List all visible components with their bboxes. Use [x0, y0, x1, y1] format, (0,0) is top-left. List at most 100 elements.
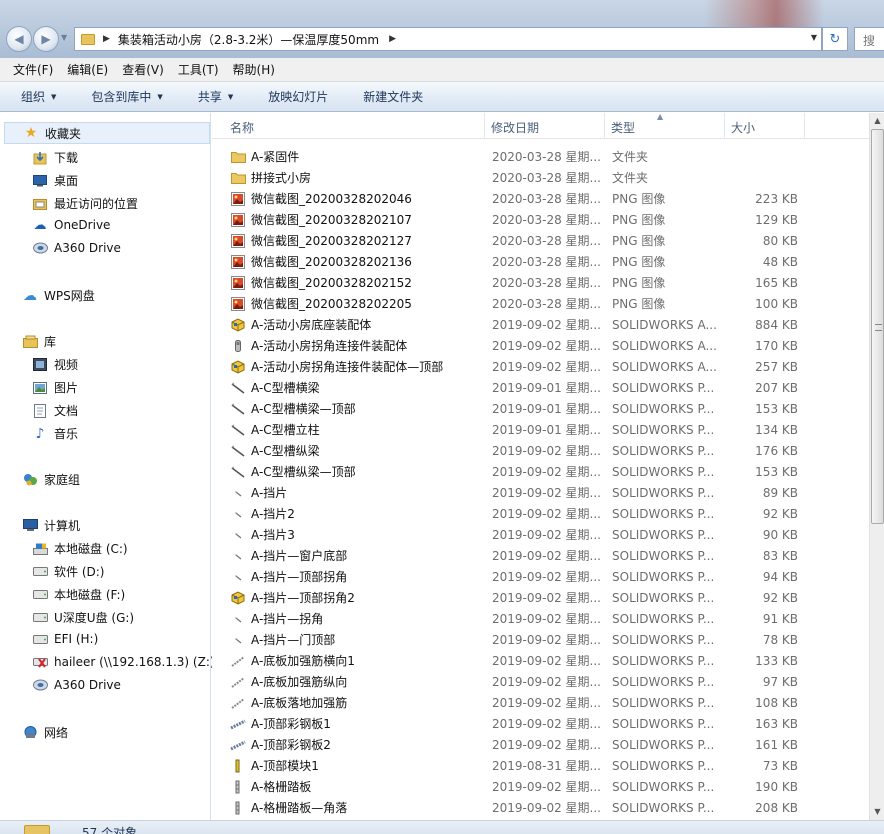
file-row[interactable]: A-底板加强筋横向1 2019-09-02 星期... SOLIDWORKS P..…: [212, 650, 869, 671]
share-button[interactable]: 共享 ▼: [177, 88, 247, 105]
file-row[interactable]: A-挡片 2019-09-02 星期... SOLIDWORKS P... 89 KB: [212, 482, 869, 503]
file-name-cell[interactable]: A-活动小房拐角连接件装配体: [212, 337, 485, 354]
breadcrumb-separator-icon[interactable]: ▶: [103, 34, 110, 44]
file-row[interactable]: A-底板加强筋纵向 2019-09-02 星期... SOLIDWORKS P...…: [212, 671, 869, 692]
file-name-cell[interactable]: A-挡片2: [212, 505, 485, 522]
file-name-cell[interactable]: 微信截图_20200328202136: [212, 253, 485, 270]
file-row[interactable]: 微信截图_20200328202152 2020-03-28 星期... PNG 图…: [212, 272, 869, 293]
file-row[interactable]: A-顶部模块1 2019-08-31 星期... SOLIDWORKS P... 73…: [212, 755, 869, 776]
nav-drive-z[interactable]: haileer (\\192.168.1.3) (Z:): [32, 655, 215, 669]
column-name-header[interactable]: 名称: [212, 113, 485, 139]
file-name-cell[interactable]: 微信截图_20200328202152: [212, 274, 485, 291]
vertical-scrollbar[interactable]: ▲ ▼: [869, 113, 884, 820]
nav-computer[interactable]: 计算机: [22, 517, 80, 534]
file-row[interactable]: 微信截图_20200328202127 2020-03-28 星期... PNG 图…: [212, 230, 869, 251]
nav-homegroup[interactable]: 家庭组: [22, 471, 80, 488]
file-row[interactable]: 微信截图_20200328202136 2020-03-28 星期... PNG 图…: [212, 251, 869, 272]
file-name-cell[interactable]: A-C型槽横梁: [212, 379, 485, 396]
nav-drive-g[interactable]: U深度U盘 (G:): [32, 609, 134, 626]
file-row[interactable]: A-格栅踏板 2019-09-02 星期... SOLIDWORKS P... 190…: [212, 776, 869, 797]
file-row[interactable]: A-C型槽纵梁—顶部 2019-09-02 星期... SOLIDWORKS P..…: [212, 461, 869, 482]
scroll-up-arrow-icon[interactable]: ▲: [870, 113, 884, 129]
file-name-cell[interactable]: A-C型槽横梁—顶部: [212, 400, 485, 417]
file-row[interactable]: 微信截图_20200328202107 2020-03-28 星期... PNG 图…: [212, 209, 869, 230]
nav-music[interactable]: ♪ 音乐: [32, 425, 78, 442]
file-row[interactable]: A-格栅踏板—角落 2019-09-02 星期... SOLIDWORKS P...…: [212, 797, 869, 818]
nav-pictures[interactable]: 图片: [32, 379, 78, 396]
nav-onedrive[interactable]: ☁ OneDrive: [32, 218, 111, 233]
file-name-cell[interactable]: 微信截图_20200328202107: [212, 211, 485, 228]
address-bar[interactable]: ▶ 集装箱活动小房（2.8-3.2米）—保温厚度50mm ▶ ▼: [74, 27, 822, 51]
file-row[interactable]: A-挡片2 2019-09-02 星期... SOLIDWORKS P... 92 K…: [212, 503, 869, 524]
file-row[interactable]: A-活动小房拐角连接件装配体 2019-09-02 星期... SOLIDWORKS…: [212, 335, 869, 356]
file-name-cell[interactable]: A-挡片—顶部拐角: [212, 568, 485, 585]
file-row[interactable]: A-挡片3 2019-09-02 星期... SOLIDWORKS P... 90 K…: [212, 524, 869, 545]
nav-documents[interactable]: 文档: [32, 402, 78, 419]
file-name-cell[interactable]: A-C型槽立柱: [212, 421, 485, 438]
file-name-cell[interactable]: A-底板落地加强筋: [212, 694, 485, 711]
nav-drive-c[interactable]: 本地磁盘 (C:): [32, 540, 128, 557]
file-name-cell[interactable]: 拼接式小房: [212, 169, 485, 186]
file-name-cell[interactable]: A-挡片—窗户底部: [212, 547, 485, 564]
nav-libraries[interactable]: 库: [22, 333, 56, 350]
file-name-cell[interactable]: A-格栅踏板—角落: [212, 799, 485, 816]
file-row[interactable]: A-C型槽横梁 2019-09-01 星期... SOLIDWORKS P... 20…: [212, 377, 869, 398]
file-name-cell[interactable]: A-C型槽纵梁: [212, 442, 485, 459]
column-date-header[interactable]: 修改日期: [485, 113, 605, 139]
file-row[interactable]: A-活动小房拐角连接件装配体—顶部 2019-09-02 星期... SOLIDWO…: [212, 356, 869, 377]
menu-help[interactable]: 帮助(H): [226, 61, 281, 78]
forward-button[interactable]: ▶: [33, 26, 59, 52]
nav-downloads[interactable]: 下载: [32, 149, 78, 166]
column-type-header[interactable]: 类型 ▲: [605, 113, 725, 139]
file-row[interactable]: A-活动小房底座装配体 2019-09-02 星期... SOLIDWORKS A.…: [212, 314, 869, 335]
file-name-cell[interactable]: A-挡片3: [212, 526, 485, 543]
file-name-cell[interactable]: 微信截图_20200328202046: [212, 190, 485, 207]
file-row[interactable]: A-挡片—顶部拐角 2019-09-02 星期... SOLIDWORKS P...…: [212, 566, 869, 587]
address-history-dropdown[interactable]: ▼: [811, 33, 817, 42]
file-name-cell[interactable]: A-格栅踏板: [212, 778, 485, 795]
organize-button[interactable]: 组织 ▼: [0, 88, 70, 105]
nav-drive-f[interactable]: 本地磁盘 (F:): [32, 586, 125, 603]
file-name-cell[interactable]: 微信截图_20200328202205: [212, 295, 485, 312]
file-row[interactable]: A-挡片—窗户底部 2019-09-02 星期... SOLIDWORKS P...…: [212, 545, 869, 566]
file-row[interactable]: A-底板落地加强筋 2019-09-02 星期... SOLIDWORKS P...…: [212, 692, 869, 713]
file-row[interactable]: A-挡片—拐角 2019-09-02 星期... SOLIDWORKS P... 91…: [212, 608, 869, 629]
file-row[interactable]: 微信截图_20200328202046 2020-03-28 星期... PNG 图…: [212, 188, 869, 209]
file-name-cell[interactable]: A-挡片—拐角: [212, 610, 485, 627]
file-row[interactable]: A-C型槽纵梁 2019-09-02 星期... SOLIDWORKS P... 17…: [212, 440, 869, 461]
breadcrumb-chevron-icon[interactable]: ▶: [389, 34, 396, 44]
file-name-cell[interactable]: A-挡片—顶部拐角2: [212, 589, 485, 606]
include-in-library-button[interactable]: 包含到库中 ▼: [70, 88, 176, 105]
scrollbar-thumb[interactable]: [871, 129, 884, 524]
file-name-cell[interactable]: A-挡片—门顶部: [212, 631, 485, 648]
nav-desktop[interactable]: 桌面: [32, 172, 78, 189]
nav-recent-places[interactable]: 最近访问的位置: [32, 195, 138, 212]
file-name-cell[interactable]: A-C型槽纵梁—顶部: [212, 463, 485, 480]
file-row[interactable]: A-挡片—门顶部 2019-09-02 星期... SOLIDWORKS P... 7…: [212, 629, 869, 650]
nav-favorites[interactable]: ★ 收藏夹: [4, 122, 210, 144]
nav-drive-d[interactable]: 软件 (D:): [32, 563, 104, 580]
file-name-cell[interactable]: A-活动小房底座装配体: [212, 316, 485, 333]
nav-a360-drive-fav[interactable]: A360 Drive: [32, 241, 121, 255]
file-name-cell[interactable]: A-挡片: [212, 484, 485, 501]
file-name-cell[interactable]: A-紧固件: [212, 148, 485, 165]
file-name-cell[interactable]: A-活动小房拐角连接件装配体—顶部: [212, 358, 485, 375]
scroll-down-arrow-icon[interactable]: ▼: [870, 804, 884, 820]
back-button[interactable]: ◀: [6, 26, 32, 52]
file-row[interactable]: 微信截图_20200328202205 2020-03-28 星期... PNG 图…: [212, 293, 869, 314]
file-row[interactable]: A-顶部彩钢板2 2019-09-02 星期... SOLIDWORKS P... 1…: [212, 734, 869, 755]
menu-tools[interactable]: 工具(T): [171, 61, 225, 78]
menu-file[interactable]: 文件(F): [0, 61, 59, 78]
menu-view[interactable]: 查看(V): [115, 61, 170, 78]
refresh-button[interactable]: ↻: [822, 27, 848, 51]
file-row[interactable]: 拼接式小房 2020-03-28 星期... 文件夹: [212, 167, 869, 188]
new-folder-button[interactable]: 新建文件夹: [342, 88, 437, 105]
breadcrumb-current-folder[interactable]: 集装箱活动小房（2.8-3.2米）—保温厚度50mm: [118, 31, 379, 48]
search-input[interactable]: 搜: [854, 27, 884, 51]
file-name-cell[interactable]: A-顶部彩钢板2: [212, 736, 485, 753]
nav-network[interactable]: 网络: [22, 724, 68, 741]
file-name-cell[interactable]: A-底板加强筋纵向: [212, 673, 485, 690]
file-name-cell[interactable]: 微信截图_20200328202127: [212, 232, 485, 249]
file-row[interactable]: A-顶部彩钢板1 2019-09-02 星期... SOLIDWORKS P... 1…: [212, 713, 869, 734]
file-name-cell[interactable]: A-底板加强筋横向1: [212, 652, 485, 669]
